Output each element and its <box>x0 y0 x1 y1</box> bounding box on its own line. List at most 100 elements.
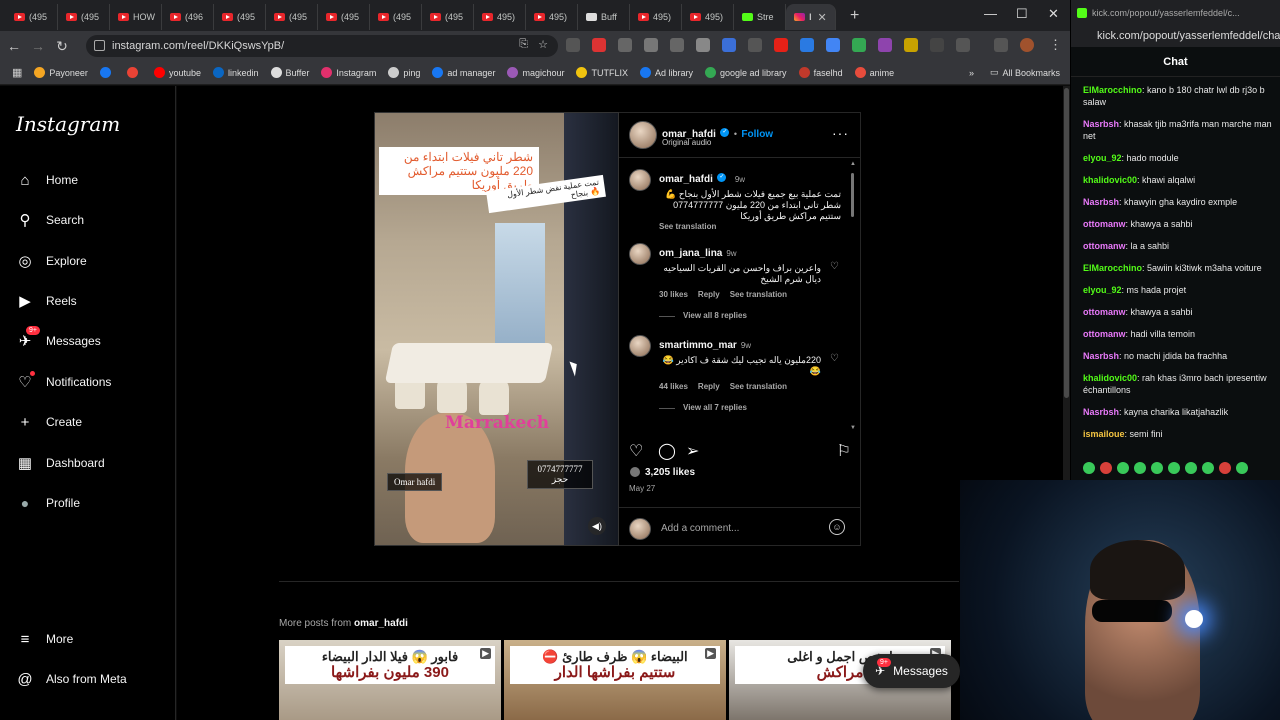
like-comment-icon[interactable]: ♡ <box>830 261 839 272</box>
browser-tab[interactable]: (495 <box>318 4 370 30</box>
comments-scrollbar[interactable]: ▲ ▼ <box>850 161 856 431</box>
extension-icon[interactable] <box>670 38 684 52</box>
bookmark-star-icon[interactable]: ☆ <box>538 38 548 51</box>
instagram-logo[interactable]: Instagram <box>16 112 120 136</box>
view-replies-button[interactable]: View all 7 replies <box>659 403 841 412</box>
reply-button[interactable]: Reply <box>698 290 720 299</box>
extension-icon[interactable] <box>800 38 814 52</box>
volume-icon[interactable]: ◀) <box>588 517 606 535</box>
bookmark-item[interactable]: Buffer <box>270 67 309 78</box>
avatar[interactable] <box>629 335 651 357</box>
post-thumbnail[interactable]: فابور 😱 فيلا الدار البيضاء 390 مليون بفرا… <box>279 640 501 720</box>
messages-button[interactable]: ✈ 9+ Messages <box>863 654 960 688</box>
extension-icon[interactable] <box>852 38 866 52</box>
audio-link[interactable]: Original audio <box>662 138 711 147</box>
more-posts-user[interactable]: omar_hafdi <box>354 618 408 629</box>
bookmark-item[interactable]: faselhd <box>798 67 843 78</box>
like-comment-icon[interactable]: ♡ <box>830 353 839 364</box>
bookmark-item[interactable]: magichour <box>507 67 564 78</box>
bookmark-item[interactable]: youtube <box>153 67 201 78</box>
nav-notifications[interactable]: ♡ Notifications <box>16 371 111 391</box>
back-icon[interactable]: ← <box>2 38 26 54</box>
bookmark-item[interactable] <box>99 67 115 78</box>
nav-more[interactable]: ≡ More <box>16 630 74 648</box>
close-tab-icon[interactable]: ✕ <box>818 11 827 24</box>
chat-username[interactable]: Nasrbsh <box>1083 351 1119 361</box>
comment-likes[interactable]: 30 likes <box>659 290 688 299</box>
nav-also-from-meta[interactable]: @ Also from Meta <box>16 670 126 688</box>
new-tab-icon[interactable]: + <box>850 7 859 25</box>
nav-search[interactable]: ⚲ Search <box>16 211 85 229</box>
browser-tab[interactable]: 495) <box>682 4 734 30</box>
scroll-down-icon[interactable]: ▼ <box>850 425 856 431</box>
chat-username[interactable]: ottomanw <box>1083 219 1126 229</box>
emote-icon[interactable] <box>1117 462 1129 474</box>
bookmark-item[interactable]: TUTFLIX <box>576 67 628 78</box>
scroll-thumb[interactable] <box>851 173 854 217</box>
likes-count[interactable]: 3,205 likes <box>629 466 695 478</box>
see-translation-link[interactable]: See translation <box>659 222 841 231</box>
nav-profile[interactable]: ● Profile <box>16 494 80 512</box>
avatar[interactable] <box>629 243 651 265</box>
extension-icon[interactable] <box>566 38 580 52</box>
comment-icon[interactable]: ◯ <box>658 441 676 461</box>
comment-user[interactable]: om_jana_lina <box>659 248 722 259</box>
bookmark-item[interactable]: Instagram <box>321 67 376 78</box>
browser-tab[interactable]: 495) <box>526 4 578 30</box>
emote-icon[interactable] <box>1151 462 1163 474</box>
reply-button[interactable]: Reply <box>698 382 720 391</box>
browser-tab[interactable]: Buff <box>578 4 630 30</box>
extension-icon[interactable] <box>722 38 736 52</box>
url-input[interactable]: instagram.com/reel/DKKiQswsYpB/ ⎘ ☆ <box>86 35 558 57</box>
extensions-puzzle-icon[interactable] <box>956 38 970 52</box>
bookmark-item[interactable]: linkedin <box>212 67 259 78</box>
post-thumbnail[interactable]: البيضاء 😱 ظرف طارئ ⛔ ستتيم بفراشها الدار ▶ <box>504 640 726 720</box>
nav-home[interactable]: ⌂ Home <box>16 171 78 189</box>
browser-tab[interactable]: Stre <box>734 4 786 30</box>
emote-icon[interactable] <box>1134 462 1146 474</box>
chat-username[interactable]: Nasrbsh <box>1083 197 1119 207</box>
browser-tab[interactable]: (495 <box>266 4 318 30</box>
chevron-right-icon[interactable]: » <box>969 68 974 78</box>
minimize-icon[interactable]: — <box>984 6 997 21</box>
browser-tab[interactable]: (495 <box>214 4 266 30</box>
chat-username[interactable]: khalidovic00 <box>1083 175 1137 185</box>
browser-tab[interactable]: (496 <box>162 4 214 30</box>
page-scroll-thumb[interactable] <box>1064 88 1069 398</box>
bookmark-item[interactable]: Payoneer <box>34 67 88 78</box>
extension-icon[interactable] <box>644 38 658 52</box>
nav-messages[interactable]: ✈ 9+ Messages <box>16 326 101 350</box>
emote-icon[interactable] <box>1185 462 1197 474</box>
emote-icon[interactable] <box>1100 462 1112 474</box>
save-bookmark-icon[interactable]: ⚐ <box>837 441 851 461</box>
see-translation-link[interactable]: See translation <box>730 382 787 391</box>
close-window-icon[interactable]: ✕ <box>1048 6 1059 22</box>
nav-explore[interactable]: ◎ Explore <box>16 252 86 270</box>
view-replies-button[interactable]: View all 8 replies <box>659 311 841 320</box>
bookmark-item[interactable] <box>126 67 142 78</box>
extension-icon[interactable] <box>904 38 918 52</box>
browser-tab[interactable]: 495) <box>630 4 682 30</box>
bookmark-item[interactable]: ad manager <box>432 67 495 78</box>
menu-icon[interactable]: ⋮ <box>1049 37 1062 53</box>
chat-username[interactable]: ismailoue <box>1083 429 1125 439</box>
forward-icon[interactable]: → <box>26 38 50 54</box>
extension-icon[interactable] <box>878 38 892 52</box>
browser-tab[interactable]: HOW <box>110 4 162 30</box>
extension-icon[interactable] <box>696 38 710 52</box>
comment-user[interactable]: smartimmo_mar <box>659 340 737 351</box>
chat-username[interactable]: elyou_92 <box>1083 285 1122 295</box>
bookmark-item[interactable]: google ad library <box>705 67 787 78</box>
emote-icon[interactable] <box>1083 462 1095 474</box>
browser-tab[interactable]: 495) <box>474 4 526 30</box>
follow-button[interactable]: Follow <box>741 129 773 140</box>
media-icon[interactable] <box>994 38 1008 52</box>
see-translation-link[interactable]: See translation <box>730 290 787 299</box>
chat-username[interactable]: elyou_92 <box>1083 153 1122 163</box>
emote-icon[interactable] <box>1219 462 1231 474</box>
browser-tab[interactable]: (495 <box>6 4 58 30</box>
install-icon[interactable]: ⎘ <box>519 38 528 51</box>
chat-username[interactable]: ottomanw <box>1083 329 1126 339</box>
chat-username[interactable]: ottomanw <box>1083 307 1126 317</box>
emote-icon[interactable] <box>1168 462 1180 474</box>
